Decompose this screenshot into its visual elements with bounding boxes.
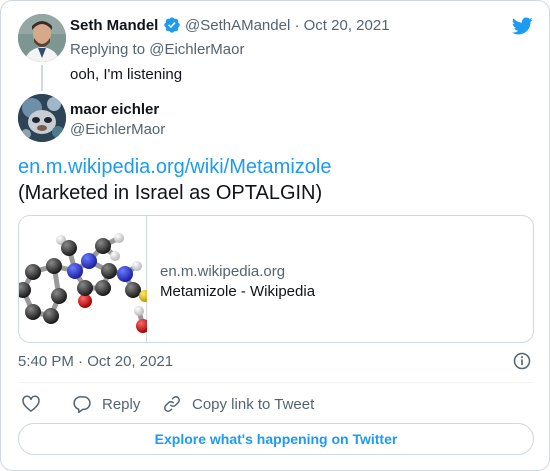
replying-to-handle[interactable]: @EichlerMaor	[149, 41, 244, 58]
molecule-model-image	[19, 233, 151, 333]
link-preview-card[interactable]: en.m.wikipedia.org Metamizole - Wikipedi…	[18, 215, 534, 343]
reply-author-name[interactable]: Seth Mandel	[70, 17, 158, 34]
reply-label: Reply	[102, 395, 141, 413]
reply-author-handle[interactable]: @SethAMandel	[185, 17, 290, 34]
like-button[interactable]	[21, 394, 41, 414]
tweet-time[interactable]: 5:40 PM	[18, 353, 74, 370]
meta-separator: ·	[294, 17, 300, 34]
replying-prefix: Replying to	[70, 41, 146, 58]
explore-twitter-button[interactable]: Explore what's happening on Twitter	[18, 423, 534, 455]
reply-bubble-icon	[73, 396, 91, 414]
heart-icon	[22, 395, 40, 412]
tweet-author-name[interactable]: maor eichler	[70, 101, 159, 118]
replying-to-line: Replying to @EichlerMaor	[70, 41, 244, 58]
info-icon[interactable]	[512, 351, 532, 371]
timestamp-separator: ·	[78, 353, 84, 370]
actions-divider	[18, 382, 534, 383]
link-preview-title: Metamizole - Wikipedia	[160, 283, 316, 300]
verified-badge-icon	[164, 17, 180, 33]
tweet-date[interactable]: Oct 20, 2021	[87, 353, 173, 370]
twitter-bird-icon[interactable]	[510, 15, 534, 37]
copy-link-label: Copy link to Tweet	[192, 395, 315, 413]
seth-mandel-avatar[interactable]	[18, 14, 66, 62]
thread-connector-line	[41, 65, 43, 91]
maor-eichler-avatar[interactable]	[18, 94, 66, 142]
tweet-author-handle[interactable]: @EichlerMaor	[70, 121, 165, 138]
reply-author-meta: @SethAMandel · Oct 20, 2021	[185, 17, 390, 34]
link-preview-thumbnail[interactable]	[19, 216, 151, 342]
copy-link-button[interactable]: Copy link to Tweet	[162, 394, 314, 414]
reply-text: ooh, I'm listening	[70, 66, 183, 83]
embedded-tweet-card: Seth Mandel @SethAMandel · Oct 20, 2021 …	[0, 0, 550, 471]
reply-button[interactable]: Reply	[72, 394, 140, 414]
tweet-body-text: (Marketed in Israel as OPTALGIN)	[18, 182, 323, 204]
link-icon	[164, 396, 180, 412]
tweet-link[interactable]: en.m.wikipedia.org/wiki/Metamizole	[18, 156, 331, 179]
link-preview-domain: en.m.wikipedia.org	[160, 263, 286, 280]
tweet-timestamp[interactable]: 5:40 PM · Oct 20, 2021	[18, 353, 173, 370]
reply-date[interactable]: Oct 20, 2021	[304, 17, 390, 34]
